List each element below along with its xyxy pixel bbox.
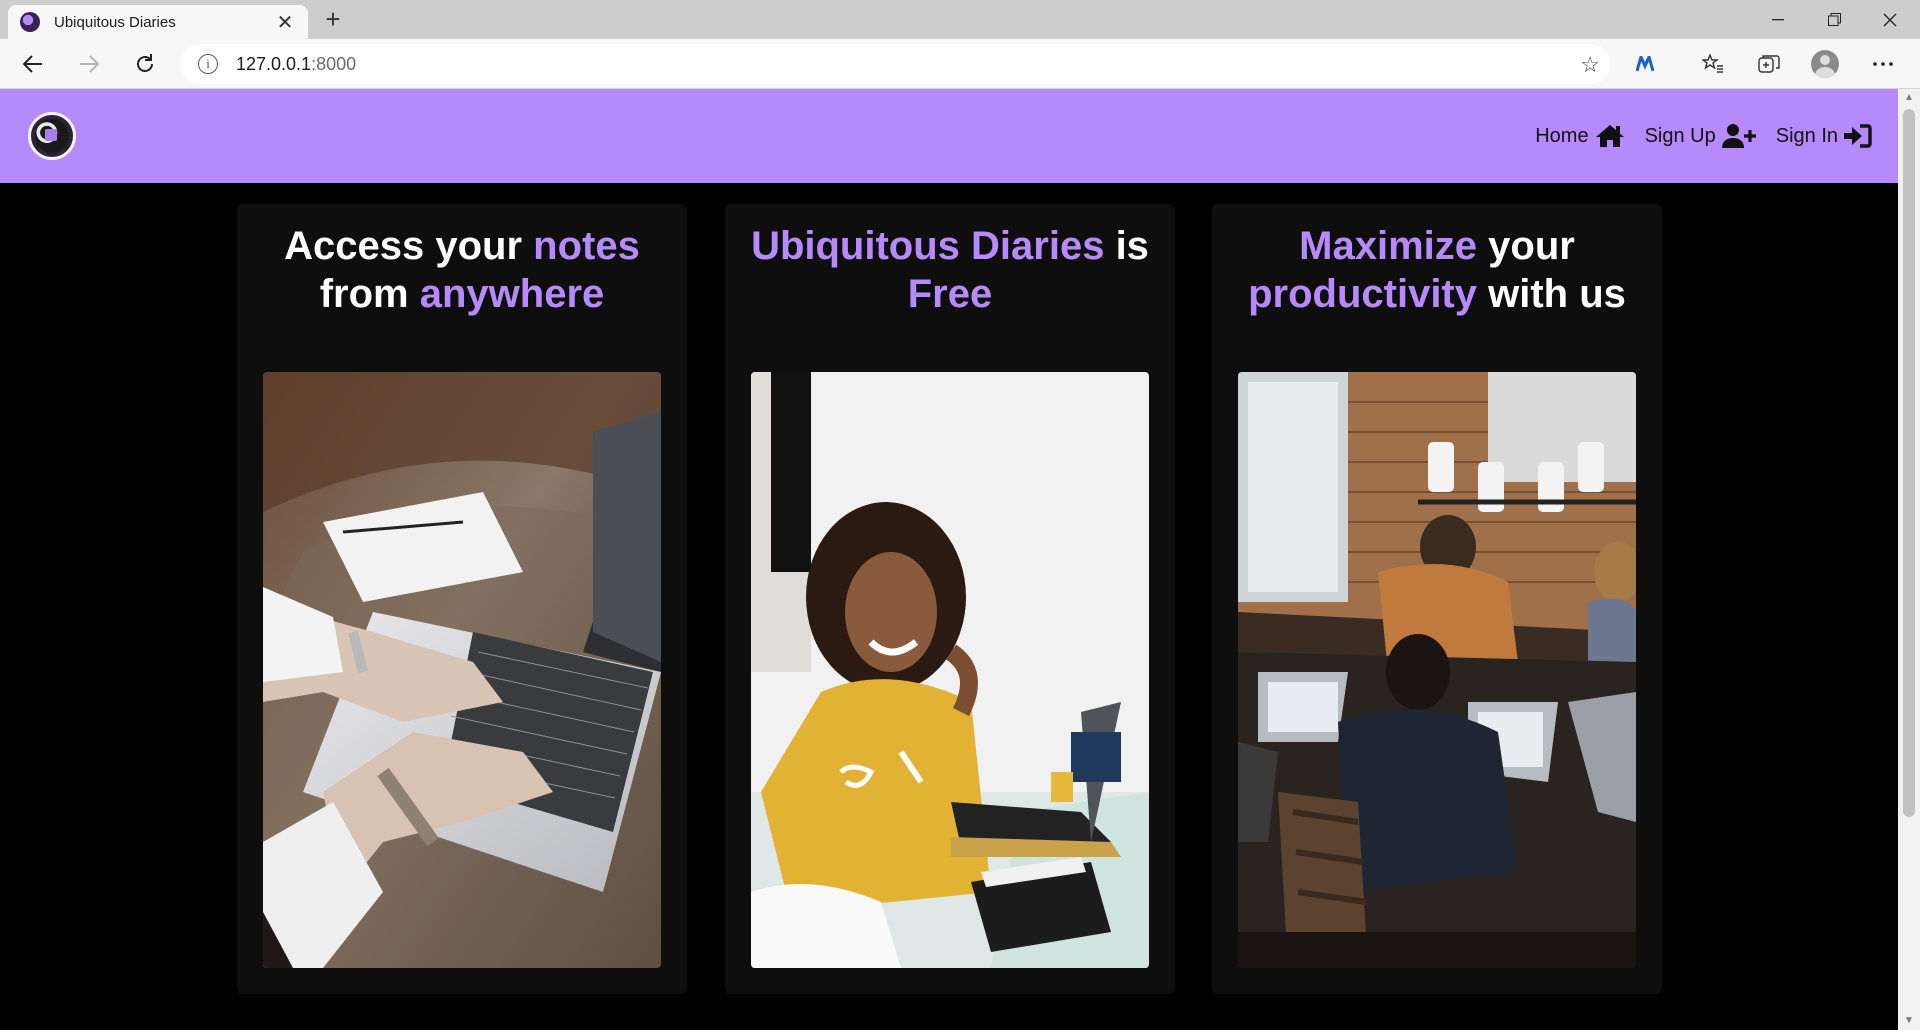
heading-highlight: Maximize (1299, 224, 1478, 268)
back-button[interactable] (16, 47, 50, 81)
card-heading: Access your notes from anywhere (237, 222, 687, 318)
add-favorite-icon[interactable]: ☆ (1580, 52, 1600, 78)
heading-text: from (319, 272, 420, 316)
page-scrollbar[interactable]: ▲ ▼ (1898, 89, 1920, 1030)
site-navbar: Home Sign Up Sign In (0, 89, 1898, 183)
profile-button[interactable] (1808, 47, 1842, 81)
site-favicon-icon (20, 12, 40, 32)
nav-signin-label: Sign In (1775, 124, 1838, 147)
minimize-window-button[interactable] (1750, 0, 1806, 39)
heading-text: is (1104, 224, 1149, 268)
heading-highlight: notes (533, 224, 640, 268)
home-icon (1595, 124, 1625, 148)
site-logo[interactable] (28, 112, 76, 160)
close-window-button[interactable] (1862, 0, 1918, 39)
sign-in-icon (1844, 124, 1872, 148)
nav-home-label: Home (1535, 124, 1589, 147)
feature-card-productivity: Maximize your productivity with us (1212, 204, 1662, 994)
heading-highlight: Ubiquitous Diaries (751, 224, 1105, 268)
url-port: :8000 (311, 53, 357, 74)
url-text: 127.0.0.1:8000 (236, 54, 356, 75)
page-viewport: Home Sign Up Sign In Access your notes f… (0, 89, 1898, 1030)
heading-text: Access your (284, 224, 534, 268)
nav-signin-link[interactable]: Sign In (1776, 124, 1872, 148)
feature-card-free: Ubiquitous Diaries is Free (725, 204, 1175, 994)
profile-avatar-icon (1811, 50, 1839, 78)
heading-text: with us (1477, 272, 1626, 316)
tab-title: Ubiquitous Diaries (54, 13, 176, 31)
scroll-up-icon[interactable]: ▲ (1898, 89, 1920, 107)
forward-button[interactable] (72, 47, 106, 81)
heading-highlight: productivity (1248, 272, 1477, 316)
extension-icon[interactable] (1628, 47, 1662, 81)
site-info-icon[interactable]: i (198, 54, 218, 74)
browser-tab[interactable]: Ubiquitous Diaries ✕ (8, 5, 308, 39)
browser-tab-strip: Ubiquitous Diaries ✕ + (0, 0, 1920, 39)
nav-signup-label: Sign Up (1644, 124, 1716, 147)
favorites-icon[interactable] (1696, 47, 1730, 81)
scroll-down-icon[interactable]: ▼ (1898, 1012, 1920, 1030)
user-plus-icon (1721, 124, 1756, 148)
url-host: 127.0.0.1 (236, 53, 312, 74)
new-tab-button[interactable]: + (318, 4, 348, 34)
card-heading: Ubiquitous Diaries is Free (725, 222, 1175, 318)
collections-icon[interactable] (1752, 47, 1786, 81)
more-options-icon[interactable] (1866, 47, 1900, 81)
woman-typing-laptop-image (263, 372, 661, 968)
card-heading: Maximize your productivity with us (1212, 222, 1662, 318)
refresh-button[interactable] (128, 47, 162, 81)
close-tab-icon[interactable]: ✕ (274, 10, 296, 35)
heading-highlight: anywhere (419, 272, 605, 316)
nav-signup-link[interactable]: Sign Up (1645, 124, 1756, 148)
address-toolbar: i 127.0.0.1:8000 ☆ (0, 39, 1920, 89)
address-bar[interactable]: i 127.0.0.1:8000 ☆ (180, 44, 1610, 84)
nav-home-link[interactable]: Home (1535, 124, 1624, 148)
heading-highlight: Free (907, 272, 993, 316)
scrollbar-thumb[interactable] (1903, 109, 1915, 817)
nav-links: Home Sign Up Sign In (1535, 89, 1872, 183)
feature-card-anywhere: Access your notes from anywhere (237, 204, 687, 994)
team-working-laptops-image (1238, 372, 1636, 968)
restore-window-button[interactable] (1806, 0, 1862, 39)
smiling-woman-yellow-sweater-image (751, 372, 1149, 968)
heading-text: your (1477, 224, 1575, 268)
